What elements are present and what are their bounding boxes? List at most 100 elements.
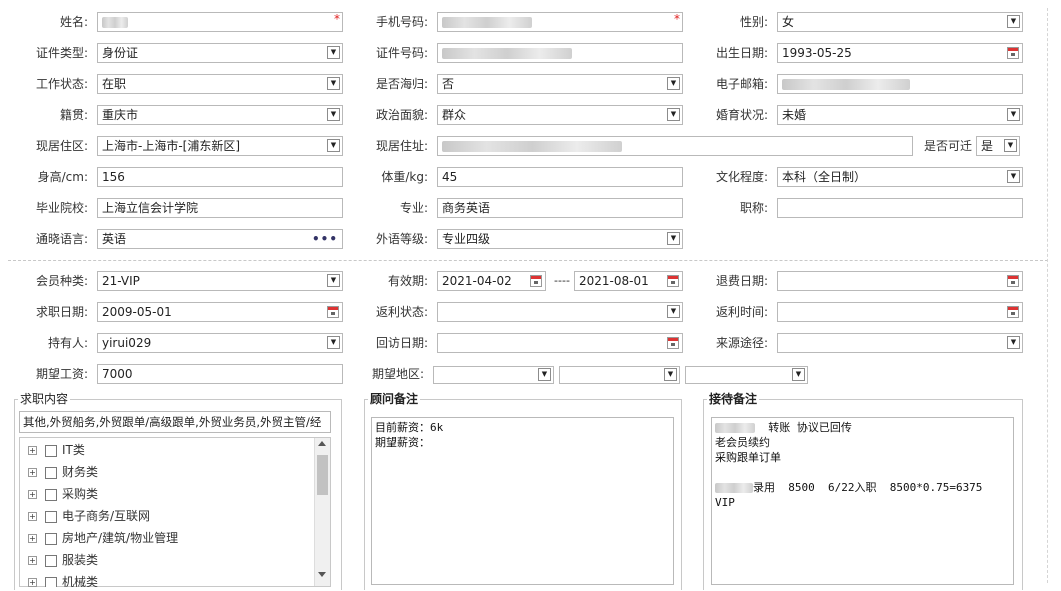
- scroll-down-icon[interactable]: [318, 572, 326, 577]
- dropdown-arrow-icon[interactable]: ▼: [1004, 139, 1017, 152]
- dropdown-arrow-icon[interactable]: ▼: [327, 77, 340, 90]
- expand-icon[interactable]: +: [28, 490, 37, 499]
- gender-select[interactable]: 女 ▼: [777, 12, 1023, 32]
- height-input[interactable]: 156: [97, 167, 343, 187]
- checkbox[interactable]: [45, 466, 57, 479]
- valid-to-input[interactable]: 2021-08-01: [574, 271, 683, 291]
- job-date-input[interactable]: 2009-05-01: [97, 302, 343, 322]
- current-area-select[interactable]: 上海市-上海市-[浦东新区] ▼: [97, 136, 343, 156]
- reception-notes-textarea[interactable]: 转账 协议已回传 老会员续约 采购跟单订单 录用 8500 6/22入职 850…: [711, 417, 1014, 585]
- dropdown-arrow-icon[interactable]: ▼: [1007, 15, 1020, 28]
- job-date-label: 求职日期:: [35, 305, 88, 319]
- expected-salary-input[interactable]: 7000: [97, 364, 343, 384]
- birth-date-input[interactable]: 1993-05-25: [777, 43, 1023, 63]
- tree-item-finance[interactable]: + 财务类: [28, 463, 98, 481]
- tree-item-real-estate[interactable]: + 房地产/建筑/物业管理: [28, 529, 178, 547]
- checkbox[interactable]: [45, 444, 57, 457]
- more-options-icon[interactable]: •••: [312, 230, 338, 248]
- tree-item-ecommerce[interactable]: + 电子商务/互联网: [28, 507, 150, 525]
- relocatable-select[interactable]: 是 ▼: [976, 136, 1020, 156]
- id-number-label: 证件号码:: [375, 46, 428, 60]
- checkbox[interactable]: [45, 532, 57, 545]
- job-content-title: 求职内容: [18, 392, 71, 406]
- valid-period-label: 有效期:: [387, 274, 428, 288]
- member-type-select[interactable]: 21-VIP ▼: [97, 271, 343, 291]
- dropdown-arrow-icon[interactable]: ▼: [667, 305, 680, 318]
- school-input[interactable]: 上海立信会计学院: [97, 198, 343, 218]
- calendar-icon[interactable]: [327, 306, 339, 318]
- scroll-up-icon[interactable]: [318, 441, 326, 446]
- job-content-summary[interactable]: 其他,外贸船务,外贸跟单/高级跟单,外贸业务员,外贸主管/经: [19, 411, 331, 433]
- checkbox[interactable]: [45, 576, 57, 587]
- scrollbar-thumb[interactable]: [317, 455, 328, 495]
- job-date-value: 2009-05-01: [102, 305, 172, 319]
- calendar-icon[interactable]: [667, 337, 679, 349]
- major-input[interactable]: 商务英语: [437, 198, 683, 218]
- work-status-select[interactable]: 在职 ▼: [97, 74, 343, 94]
- current-address-input[interactable]: [437, 136, 913, 156]
- refund-date-input[interactable]: [777, 271, 1023, 291]
- rebate-status-select[interactable]: ▼: [437, 302, 683, 322]
- tree-item-machinery[interactable]: + 机械类: [28, 573, 98, 587]
- email-input[interactable]: [777, 74, 1023, 94]
- expand-icon[interactable]: +: [28, 556, 37, 565]
- holder-select[interactable]: yirui029 ▼: [97, 333, 343, 353]
- returnee-select[interactable]: 否 ▼: [437, 74, 683, 94]
- political-select[interactable]: 群众 ▼: [437, 105, 683, 125]
- dropdown-arrow-icon[interactable]: ▼: [792, 368, 805, 381]
- tree-scrollbar[interactable]: [314, 438, 330, 586]
- expand-icon[interactable]: +: [28, 534, 37, 543]
- dropdown-arrow-icon[interactable]: ▼: [327, 274, 340, 287]
- language-input[interactable]: 英语 •••: [97, 229, 343, 249]
- marital-select[interactable]: 未婚 ▼: [777, 105, 1023, 125]
- visit-date-input[interactable]: [437, 333, 683, 353]
- expected-district-select[interactable]: ▼: [685, 366, 808, 384]
- tree-item-purchasing[interactable]: + 采购类: [28, 485, 98, 503]
- dropdown-arrow-icon[interactable]: ▼: [664, 368, 677, 381]
- calendar-icon[interactable]: [667, 275, 679, 287]
- calendar-icon[interactable]: [1007, 306, 1019, 318]
- dropdown-arrow-icon[interactable]: ▼: [1007, 108, 1020, 121]
- expected-province-select[interactable]: ▼: [433, 366, 554, 384]
- dropdown-arrow-icon[interactable]: ▼: [327, 108, 340, 121]
- calendar-icon[interactable]: [530, 275, 542, 287]
- checkbox[interactable]: [45, 510, 57, 523]
- dropdown-arrow-icon[interactable]: ▼: [1007, 336, 1020, 349]
- dropdown-arrow-icon[interactable]: ▼: [1007, 170, 1020, 183]
- native-place-select[interactable]: 重庆市 ▼: [97, 105, 343, 125]
- education-select[interactable]: 本科（全日制） ▼: [777, 167, 1023, 187]
- dropdown-arrow-icon[interactable]: ▼: [327, 336, 340, 349]
- dropdown-arrow-icon[interactable]: ▼: [667, 77, 680, 90]
- tree-item-apparel[interactable]: + 服装类: [28, 551, 98, 569]
- dropdown-arrow-icon[interactable]: ▼: [667, 108, 680, 121]
- expand-icon[interactable]: +: [28, 468, 37, 477]
- source-select[interactable]: ▼: [777, 333, 1023, 353]
- weight-input[interactable]: 45: [437, 167, 683, 187]
- expected-city-select[interactable]: ▼: [559, 366, 680, 384]
- dropdown-arrow-icon[interactable]: ▼: [327, 139, 340, 152]
- checkbox[interactable]: [45, 554, 57, 567]
- expand-icon[interactable]: +: [28, 578, 37, 587]
- name-input[interactable]: *: [97, 12, 343, 32]
- id-number-input[interactable]: [437, 43, 683, 63]
- calendar-icon[interactable]: [1007, 275, 1019, 287]
- job-title-input[interactable]: [777, 198, 1023, 218]
- email-label: 电子邮箱:: [715, 77, 768, 91]
- id-type-select[interactable]: 身份证 ▼: [97, 43, 343, 63]
- expand-icon[interactable]: +: [28, 446, 37, 455]
- dropdown-arrow-icon[interactable]: ▼: [327, 46, 340, 59]
- job-category-tree[interactable]: + IT类 + 财务类 + 采购类 + 电子商务/互联网 + 房地产/建筑/物业管理 + 服…: [19, 437, 331, 587]
- phone-input[interactable]: *: [437, 12, 683, 32]
- dropdown-arrow-icon[interactable]: ▼: [667, 232, 680, 245]
- valid-from-input[interactable]: 2021-04-02: [437, 271, 546, 291]
- checkbox[interactable]: [45, 488, 57, 501]
- dropdown-arrow-icon[interactable]: ▼: [538, 368, 551, 381]
- rebate-time-input[interactable]: [777, 302, 1023, 322]
- member-type-label: 会员种类:: [35, 274, 88, 288]
- consultant-notes-textarea[interactable]: 目前薪资：6k 期望薪资：: [371, 417, 674, 585]
- tree-item-it[interactable]: + IT类: [28, 441, 85, 459]
- calendar-icon[interactable]: [1007, 47, 1019, 59]
- valid-to-value: 2021-08-01: [579, 274, 649, 288]
- language-level-select[interactable]: 专业四级 ▼: [437, 229, 683, 249]
- expand-icon[interactable]: +: [28, 512, 37, 521]
